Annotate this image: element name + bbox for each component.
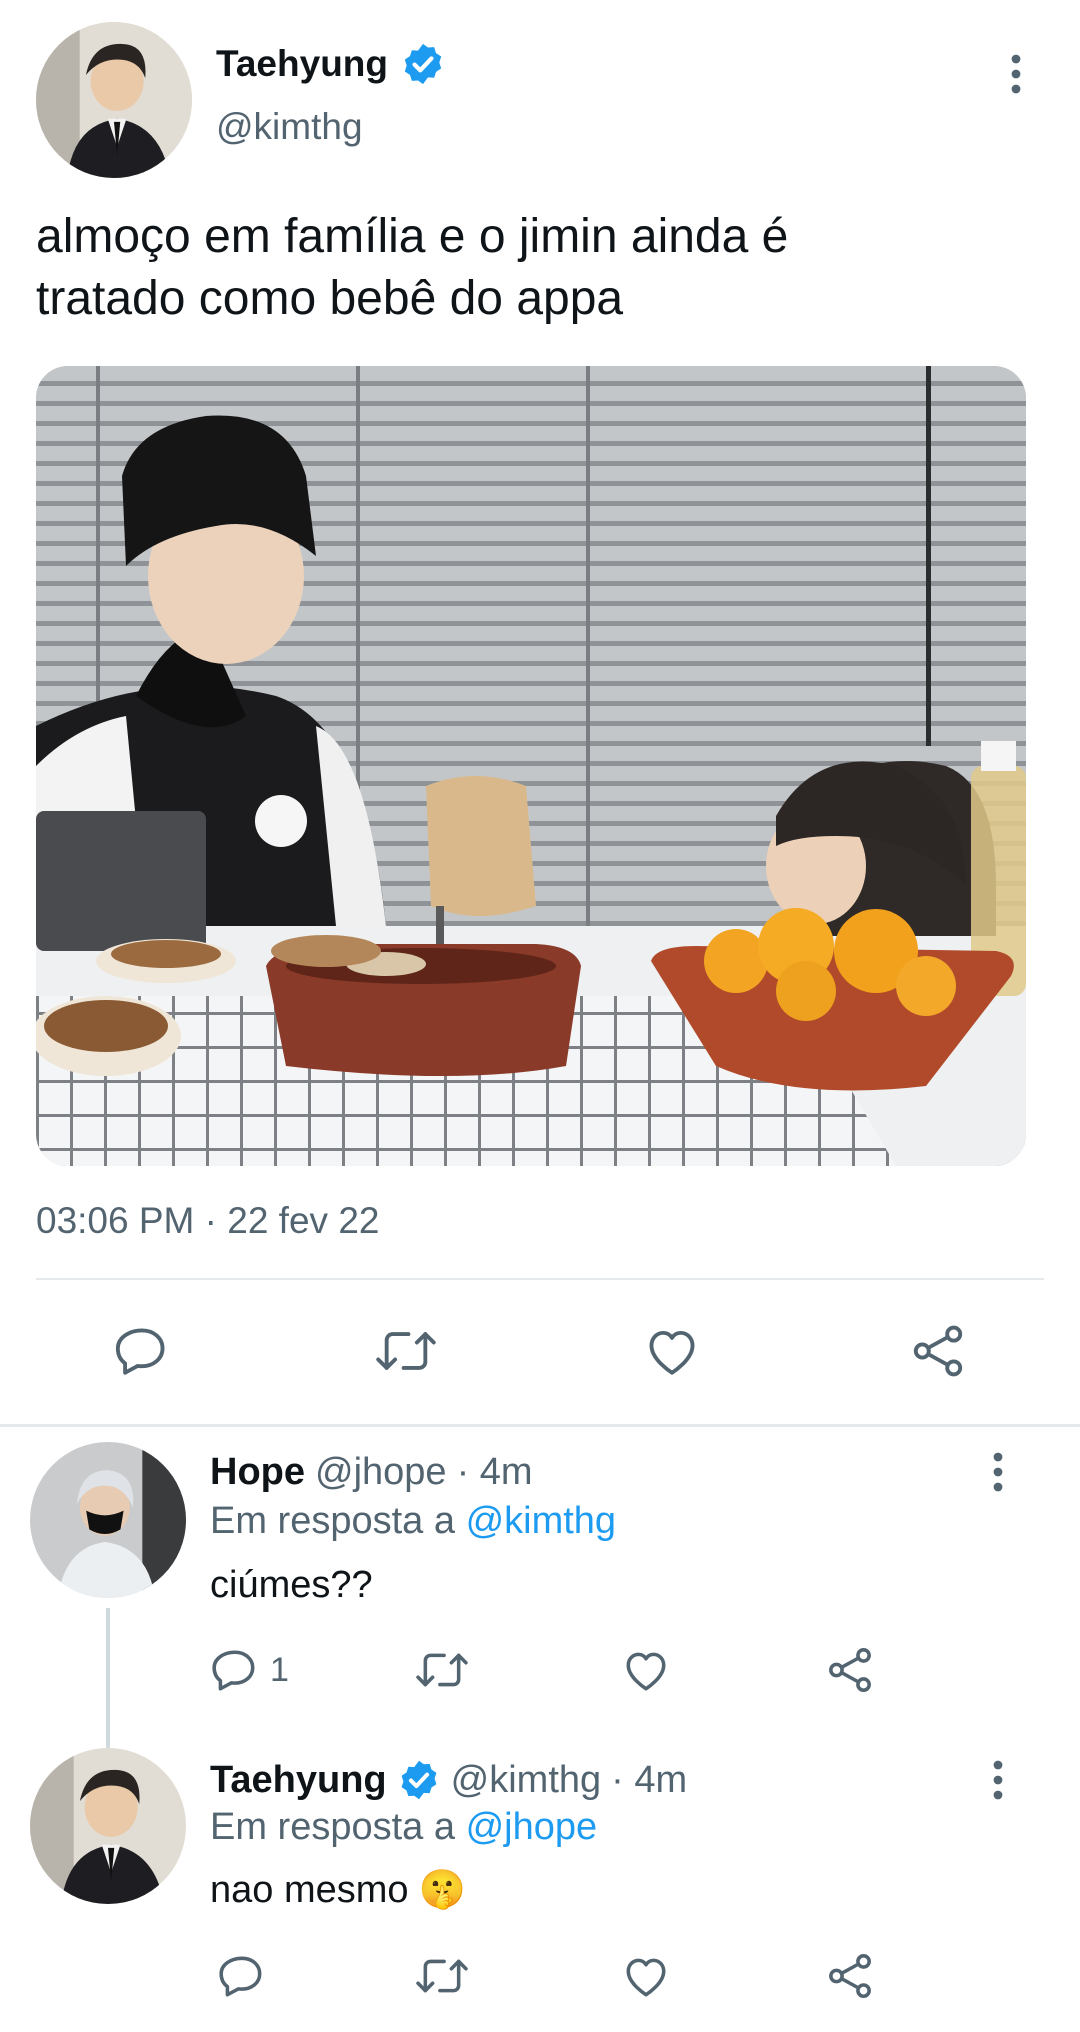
reply-icon: [219, 1956, 262, 1997]
share-icon: [829, 1954, 871, 1998]
verified-badge-icon: [397, 1758, 441, 1802]
reply-text-content: nao mesmo: [210, 1868, 409, 1911]
reply-text: ciúmes??: [210, 1564, 373, 1606]
section-divider: [0, 1424, 1080, 1427]
reply-button[interactable]: [104, 1318, 180, 1384]
reply-author-name[interactable]: Hope: [210, 1451, 305, 1494]
author-avatar[interactable]: [36, 22, 192, 178]
retweet-icon: [376, 1332, 436, 1370]
share-button[interactable]: [818, 1946, 882, 2006]
reply-author-avatar[interactable]: [30, 1748, 186, 1904]
reply-author-handle[interactable]: @jhope: [315, 1451, 447, 1494]
reply-author-name[interactable]: Taehyung: [210, 1759, 387, 1802]
more-options-icon[interactable]: [978, 1442, 1018, 1502]
reply-author-avatar[interactable]: [30, 1442, 186, 1598]
reply-context: Em resposta a @jhope: [210, 1806, 597, 1849]
retweet-button[interactable]: [410, 1640, 474, 1700]
tweet-timestamp[interactable]: 03:06 PM · 22 fev 22: [36, 1200, 379, 1242]
share-button[interactable]: [818, 1640, 882, 1700]
share-icon: [913, 1325, 963, 1377]
reply-text: nao mesmo 🤫: [210, 1868, 466, 1912]
retweet-icon: [416, 1653, 468, 1687]
like-button[interactable]: [634, 1318, 710, 1384]
author-handle[interactable]: @kimthg: [216, 106, 363, 148]
reply-time: · 4m: [456, 1450, 533, 1493]
avatar-image: [30, 1442, 186, 1598]
reply-author-handle[interactable]: @kimthg: [451, 1759, 602, 1802]
reply-icon: [115, 1328, 165, 1375]
shushing-face-emoji: 🤫: [418, 1869, 466, 1911]
like-icon: [626, 1652, 666, 1691]
author-name[interactable]: Taehyung: [216, 43, 388, 85]
photo-image: [36, 366, 1026, 1166]
reply-button[interactable]: [210, 1946, 274, 2006]
reply-to-handle-link[interactable]: @kimthg: [466, 1500, 617, 1542]
reply-button[interactable]: 1: [210, 1640, 289, 1700]
avatar-image: [30, 1748, 186, 1904]
tweet-text-line: tratado como bebê do appa: [36, 272, 624, 325]
like-icon: [649, 1330, 695, 1375]
reply-time: · 4m: [611, 1758, 688, 1801]
retweet-icon: [416, 1959, 468, 1993]
more-options-icon[interactable]: [978, 1750, 1018, 1810]
tweet-text-line: almoço em família e o jimin ainda é: [36, 210, 789, 263]
like-button[interactable]: [614, 1640, 678, 1700]
main-tweet: Taehyung @kimthg almoço em família e o j…: [0, 0, 1080, 1410]
reply-icon: [212, 1650, 255, 1691]
retweet-button[interactable]: [368, 1318, 444, 1384]
reply-context-prefix: Em resposta a: [210, 1500, 455, 1542]
share-button[interactable]: [900, 1318, 976, 1384]
share-icon: [829, 1648, 871, 1692]
divider: [36, 1278, 1044, 1280]
like-button[interactable]: [614, 1946, 678, 2006]
reply-count: 1: [270, 1650, 289, 1689]
reply-tweet[interactable]: Hope @jhope · 4m Em resposta a @kimthg c…: [0, 1430, 1080, 1768]
reply-tweet[interactable]: Taehyung @kimthg · 4m Em resposta a @jho…: [0, 1738, 1080, 2032]
reply-context-prefix: Em resposta a: [210, 1806, 455, 1848]
tweet-text: almoço em família e o jimin ainda é trat…: [36, 206, 1046, 330]
like-icon: [626, 1958, 666, 1997]
reply-to-handle-link[interactable]: @jhope: [466, 1806, 598, 1848]
reply-context: Em resposta a @kimthg: [210, 1500, 616, 1543]
avatar-image: [36, 22, 192, 178]
tweet-media-photo[interactable]: [36, 366, 1026, 1166]
retweet-button[interactable]: [410, 1946, 474, 2006]
verified-badge-icon: [400, 41, 446, 87]
more-options-icon[interactable]: [996, 44, 1036, 104]
